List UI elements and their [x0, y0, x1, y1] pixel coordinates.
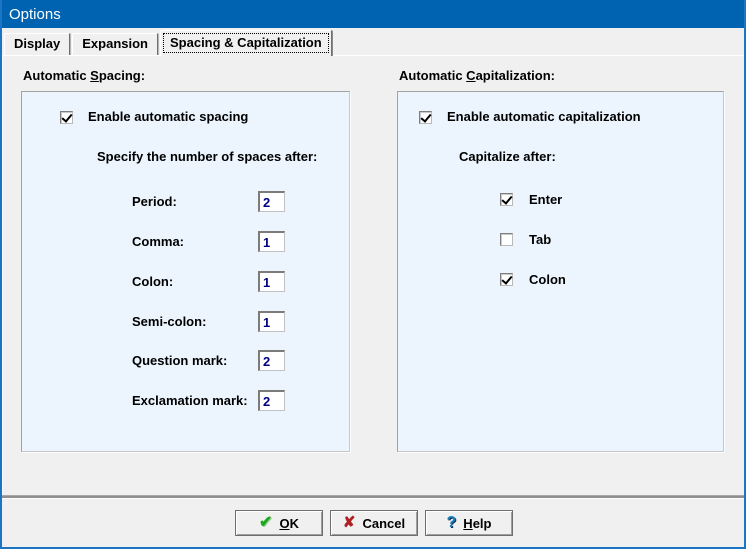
automatic-capitalization-groupbox: Enable automatic capitalization Capitali… — [397, 91, 724, 452]
help-button-label: Help — [463, 515, 492, 531]
semi-colon-label: Semi-colon: — [132, 314, 207, 329]
enable-automatic-spacing-label[interactable]: Enable automatic spacing — [88, 109, 248, 124]
x-icon: ✘ — [342, 514, 356, 531]
spacing-instruction-label: Specify the number of spaces after: — [97, 149, 318, 164]
comma-spaces-input[interactable] — [258, 231, 285, 252]
enable-automatic-spacing-checkbox[interactable] — [60, 111, 73, 124]
question-mark-spaces-input[interactable] — [258, 350, 285, 371]
tab-expansion[interactable]: Expansion — [72, 33, 158, 55]
period-spaces-input[interactable] — [258, 191, 285, 212]
ok-button[interactable]: ✔ OK — [235, 510, 323, 536]
capitalize-enter-label[interactable]: Enter — [529, 192, 562, 207]
capitalize-enter-checkbox[interactable] — [500, 193, 513, 206]
label-text: apitalization: — [475, 68, 556, 83]
capitalize-colon-label[interactable]: Colon — [529, 272, 566, 287]
tab-spacing-capitalization[interactable]: Spacing & Capitalization — [160, 30, 332, 56]
capitalize-colon-checkbox[interactable] — [500, 273, 513, 286]
automatic-spacing-label: Automatic Spacing: — [23, 68, 145, 83]
colon-label: Colon: — [132, 274, 174, 289]
capitalize-tab-label[interactable]: Tab — [529, 232, 551, 247]
exclamation-mark-label: Exclamation mark: — [132, 393, 248, 408]
ok-button-label: OK — [279, 515, 299, 531]
cancel-button-label: Cancel — [362, 515, 406, 531]
help-button[interactable]: ? Help — [425, 510, 513, 536]
accel-char: S — [90, 68, 99, 83]
automatic-spacing-groupbox: Enable automatic spacing Specify the num… — [21, 91, 350, 452]
check-icon: ✔ — [259, 514, 273, 531]
comma-label: Comma: — [132, 234, 185, 249]
period-label: Period: — [132, 194, 177, 209]
question-mark-label: Question mark: — [132, 353, 228, 368]
window-title: Options — [9, 5, 61, 23]
label-text: Automatic — [23, 68, 91, 83]
enable-automatic-capitalization-label[interactable]: Enable automatic capitalization — [447, 109, 641, 124]
window-titlebar[interactable]: Options — [0, 0, 746, 28]
options-dialog: Options Display Expansion Spacing & Capi… — [0, 0, 746, 549]
label-text: pacing: — [98, 68, 146, 83]
automatic-capitalization-label: Automatic Capitalization: — [399, 68, 555, 83]
capitalize-after-label: Capitalize after: — [459, 149, 556, 164]
tab-page: Automatic Spacing: Enable automatic spac… — [2, 55, 744, 496]
tab-strip: Display Expansion Spacing & Capitalizati… — [2, 28, 744, 56]
tab-display[interactable]: Display — [4, 33, 71, 55]
button-panel-separator — [2, 495, 744, 499]
accel-char: C — [466, 68, 476, 83]
semi-colon-spaces-input[interactable] — [258, 311, 285, 332]
enable-automatic-capitalization-checkbox[interactable] — [419, 111, 432, 124]
colon-spaces-input[interactable] — [258, 271, 285, 292]
label-text: Automatic — [399, 68, 467, 83]
cancel-button[interactable]: ✘ Cancel — [330, 510, 418, 536]
question-icon: ? — [446, 514, 457, 531]
exclamation-mark-spaces-input[interactable] — [258, 390, 285, 411]
capitalize-tab-checkbox[interactable] — [500, 233, 513, 246]
